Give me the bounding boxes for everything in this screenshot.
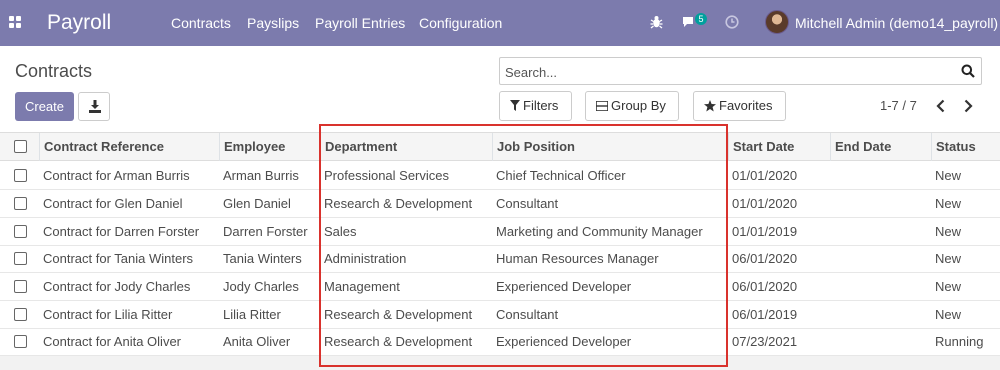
cell-employee: Darren Forster xyxy=(223,224,308,239)
group-by-icon xyxy=(596,101,608,111)
favorites-button[interactable]: Favorites xyxy=(693,91,786,121)
export-button[interactable] xyxy=(78,92,110,121)
chevron-right-icon[interactable] xyxy=(962,99,974,113)
cell-job-position: Consultant xyxy=(496,307,559,322)
row-checkbox[interactable] xyxy=(14,225,27,238)
cell-status: New xyxy=(935,279,962,294)
cell-contract-reference: Contract for Anita Oliver xyxy=(43,334,181,349)
cell-start-date: 01/01/2020 xyxy=(732,168,798,183)
create-button[interactable]: Create xyxy=(15,92,74,121)
cell-department: Professional Services xyxy=(324,168,449,183)
group-by-button[interactable]: Group By xyxy=(585,91,679,121)
top-navbar: Payroll Contracts Payslips Payroll Entri… xyxy=(0,0,1000,46)
cell-status: New xyxy=(935,251,962,266)
favorites-label: Favorites xyxy=(719,98,773,113)
user-avatar[interactable] xyxy=(765,10,789,34)
table-row[interactable]: Contract for Arman Burris Arman Burris Pro… xyxy=(0,162,1000,190)
download-icon xyxy=(89,100,101,113)
column-job-position[interactable]: Job Position xyxy=(492,133,728,161)
table-row[interactable]: Contract for Jody Charles Jody Charles Man… xyxy=(0,273,1000,301)
cell-start-date: 06/01/2019 xyxy=(732,307,798,322)
cell-employee: Lilia Ritter xyxy=(223,307,281,322)
menu-payslips[interactable]: Payslips xyxy=(247,14,299,32)
cell-start-date: 06/01/2020 xyxy=(732,251,798,266)
column-end-date[interactable]: End Date xyxy=(830,133,931,161)
cell-contract-reference: Contract for Darren Forster xyxy=(43,224,200,239)
select-all-checkbox[interactable] xyxy=(14,140,27,153)
cell-contract-reference: Contract for Arman Burris xyxy=(43,168,190,183)
filters-label: Filters xyxy=(523,98,559,113)
menu-contracts[interactable]: Contracts xyxy=(171,14,231,32)
cell-start-date: 01/01/2020 xyxy=(732,196,798,211)
search-input[interactable] xyxy=(505,62,955,82)
cell-job-position: Consultant xyxy=(496,196,559,211)
star-icon xyxy=(704,100,716,112)
row-checkbox[interactable] xyxy=(14,252,27,265)
cell-contract-reference: Contract for Glen Daniel xyxy=(43,196,183,211)
table-row[interactable]: Contract for Lilia Ritter Lilia Ritter Res… xyxy=(0,301,1000,329)
clock-icon[interactable] xyxy=(725,15,739,29)
filters-button[interactable]: Filters xyxy=(499,91,572,121)
table-row[interactable]: Contract for Tania Winters Tania Winters A… xyxy=(0,245,1000,273)
cell-status: New xyxy=(935,224,962,239)
cell-contract-reference: Contract for Jody Charles xyxy=(43,279,191,294)
messages-badge: 5 xyxy=(695,13,707,25)
column-department[interactable]: Department xyxy=(320,133,492,161)
app-title[interactable]: Payroll xyxy=(47,10,111,36)
user-name[interactable]: Mitchell Admin (demo14_payroll) xyxy=(795,14,998,32)
chevron-left-icon[interactable] xyxy=(935,99,947,113)
row-checkbox[interactable] xyxy=(14,308,27,321)
cell-employee: Glen Daniel xyxy=(223,196,291,211)
pager-value[interactable]: 1-7 / 7 xyxy=(880,98,917,114)
search-bar[interactable] xyxy=(499,57,982,85)
cell-start-date: 07/23/2021 xyxy=(732,334,798,349)
cell-job-position: Experienced Developer xyxy=(496,279,632,294)
breadcrumb: Contracts xyxy=(15,61,93,81)
cell-status: New xyxy=(935,168,962,183)
table-row[interactable]: Contract for Darren Forster Darren Forste… xyxy=(0,218,1000,246)
table-footer xyxy=(0,356,1000,370)
row-checkbox[interactable] xyxy=(14,280,27,293)
bug-icon[interactable] xyxy=(650,15,663,29)
table-row[interactable]: Contract for Anita Oliver Anita Oliver Res… xyxy=(0,328,1000,356)
cell-job-position: Chief Technical Officer xyxy=(496,168,626,183)
cell-department: Research & Development xyxy=(324,307,473,322)
cell-employee: Anita Oliver xyxy=(223,334,291,349)
menu-payroll-entries[interactable]: Payroll Entries xyxy=(315,14,405,32)
cell-status: Running xyxy=(935,334,984,349)
cell-job-position: Human Resources Manager xyxy=(496,251,659,266)
cell-contract-reference: Contract for Lilia Ritter xyxy=(43,307,173,322)
column-employee[interactable]: Employee xyxy=(219,133,320,161)
cell-start-date: 01/01/2019 xyxy=(732,224,798,239)
cell-department: Administration xyxy=(324,251,407,266)
cell-status: New xyxy=(935,307,962,322)
cell-contract-reference: Contract for Tania Winters xyxy=(43,251,194,266)
table-header: Contract Reference Employee Department J… xyxy=(0,132,1000,161)
cell-employee: Jody Charles xyxy=(223,279,299,294)
cell-department: Research & Development xyxy=(324,196,473,211)
cell-job-position: Marketing and Community Manager xyxy=(496,224,703,239)
apps-icon[interactable] xyxy=(9,16,22,29)
cell-employee: Tania Winters xyxy=(223,251,302,266)
cell-department: Research & Development xyxy=(324,334,473,349)
row-checkbox[interactable] xyxy=(14,197,27,210)
table-row[interactable]: Contract for Glen Daniel Glen Daniel Resea… xyxy=(0,190,1000,218)
filter-icon xyxy=(510,100,520,111)
column-start-date[interactable]: Start Date xyxy=(728,133,830,161)
row-checkbox[interactable] xyxy=(14,169,27,182)
search-icon[interactable] xyxy=(961,64,975,78)
group-by-label: Group By xyxy=(611,98,666,113)
menu-configuration[interactable]: Configuration xyxy=(419,14,502,32)
row-checkbox[interactable] xyxy=(14,335,27,348)
cell-status: New xyxy=(935,196,962,211)
column-status[interactable]: Status xyxy=(931,133,1000,161)
cell-start-date: 06/01/2020 xyxy=(732,279,798,294)
cell-job-position: Experienced Developer xyxy=(496,334,632,349)
cell-employee: Arman Burris xyxy=(223,168,299,183)
cell-department: Management xyxy=(324,279,400,294)
column-contract-reference[interactable]: Contract Reference xyxy=(39,133,220,161)
cell-department: Sales xyxy=(324,224,357,239)
